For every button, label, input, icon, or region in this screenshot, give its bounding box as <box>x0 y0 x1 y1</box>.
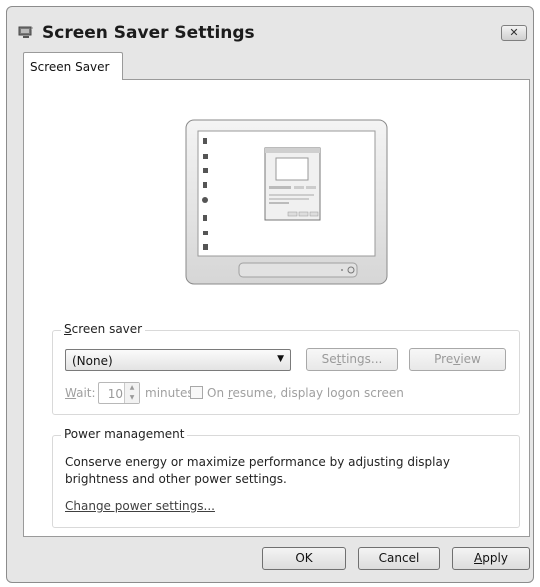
wait-label: Wait: <box>65 386 96 400</box>
window-title: Screen Saver Settings <box>42 23 255 43</box>
screen-saver-group: Screen saver (None) ▼ Settings... Previe… <box>52 322 520 415</box>
screen-saver-selected-value: (None) <box>72 354 113 368</box>
screen-saver-dropdown[interactable]: (None) ▼ <box>65 349 291 371</box>
apply-button[interactable]: Apply <box>452 547 530 570</box>
tab-panel: Screen saver (None) ▼ Settings... Previe… <box>23 79 530 537</box>
tab-screen-saver[interactable]: Screen Saver <box>23 52 123 80</box>
spin-down-icon[interactable]: ▼ <box>124 393 139 403</box>
close-button[interactable]: ✕ <box>501 25 527 41</box>
ok-button[interactable]: OK <box>262 547 346 570</box>
title-bar[interactable]: Screen Saver Settings ✕ <box>7 7 533 53</box>
screen-saver-app-icon <box>18 26 33 38</box>
power-management-group-label: Power management <box>61 427 188 441</box>
change-power-settings-link[interactable]: Change power settings... <box>65 499 215 513</box>
dialog-window: Screen Saver Settings ✕ Screen Saver Scr… <box>6 6 534 583</box>
preview-button[interactable]: Preview <box>409 348 506 371</box>
minutes-label: minutes <box>145 386 194 400</box>
wait-minutes-value: 10 <box>107 387 123 401</box>
close-icon: ✕ <box>509 26 519 39</box>
screen-saver-group-label: Screen saver <box>61 322 146 336</box>
wait-minutes-spinner[interactable]: 10 ▲ ▼ <box>98 382 140 404</box>
cancel-button[interactable]: Cancel <box>358 547 440 570</box>
resume-logon-checkbox[interactable] <box>190 386 203 399</box>
dropdown-arrow-icon: ▼ <box>277 354 284 364</box>
power-description: Conserve energy or maximize performance … <box>65 455 450 486</box>
tab-label: Screen Saver <box>30 60 110 74</box>
resume-logon-label: On resume, display logon screen <box>207 386 404 400</box>
monitor-preview <box>185 119 388 285</box>
power-management-group: Power management Conserve energy or maxi… <box>52 427 520 528</box>
settings-button[interactable]: Settings... <box>306 348 398 371</box>
